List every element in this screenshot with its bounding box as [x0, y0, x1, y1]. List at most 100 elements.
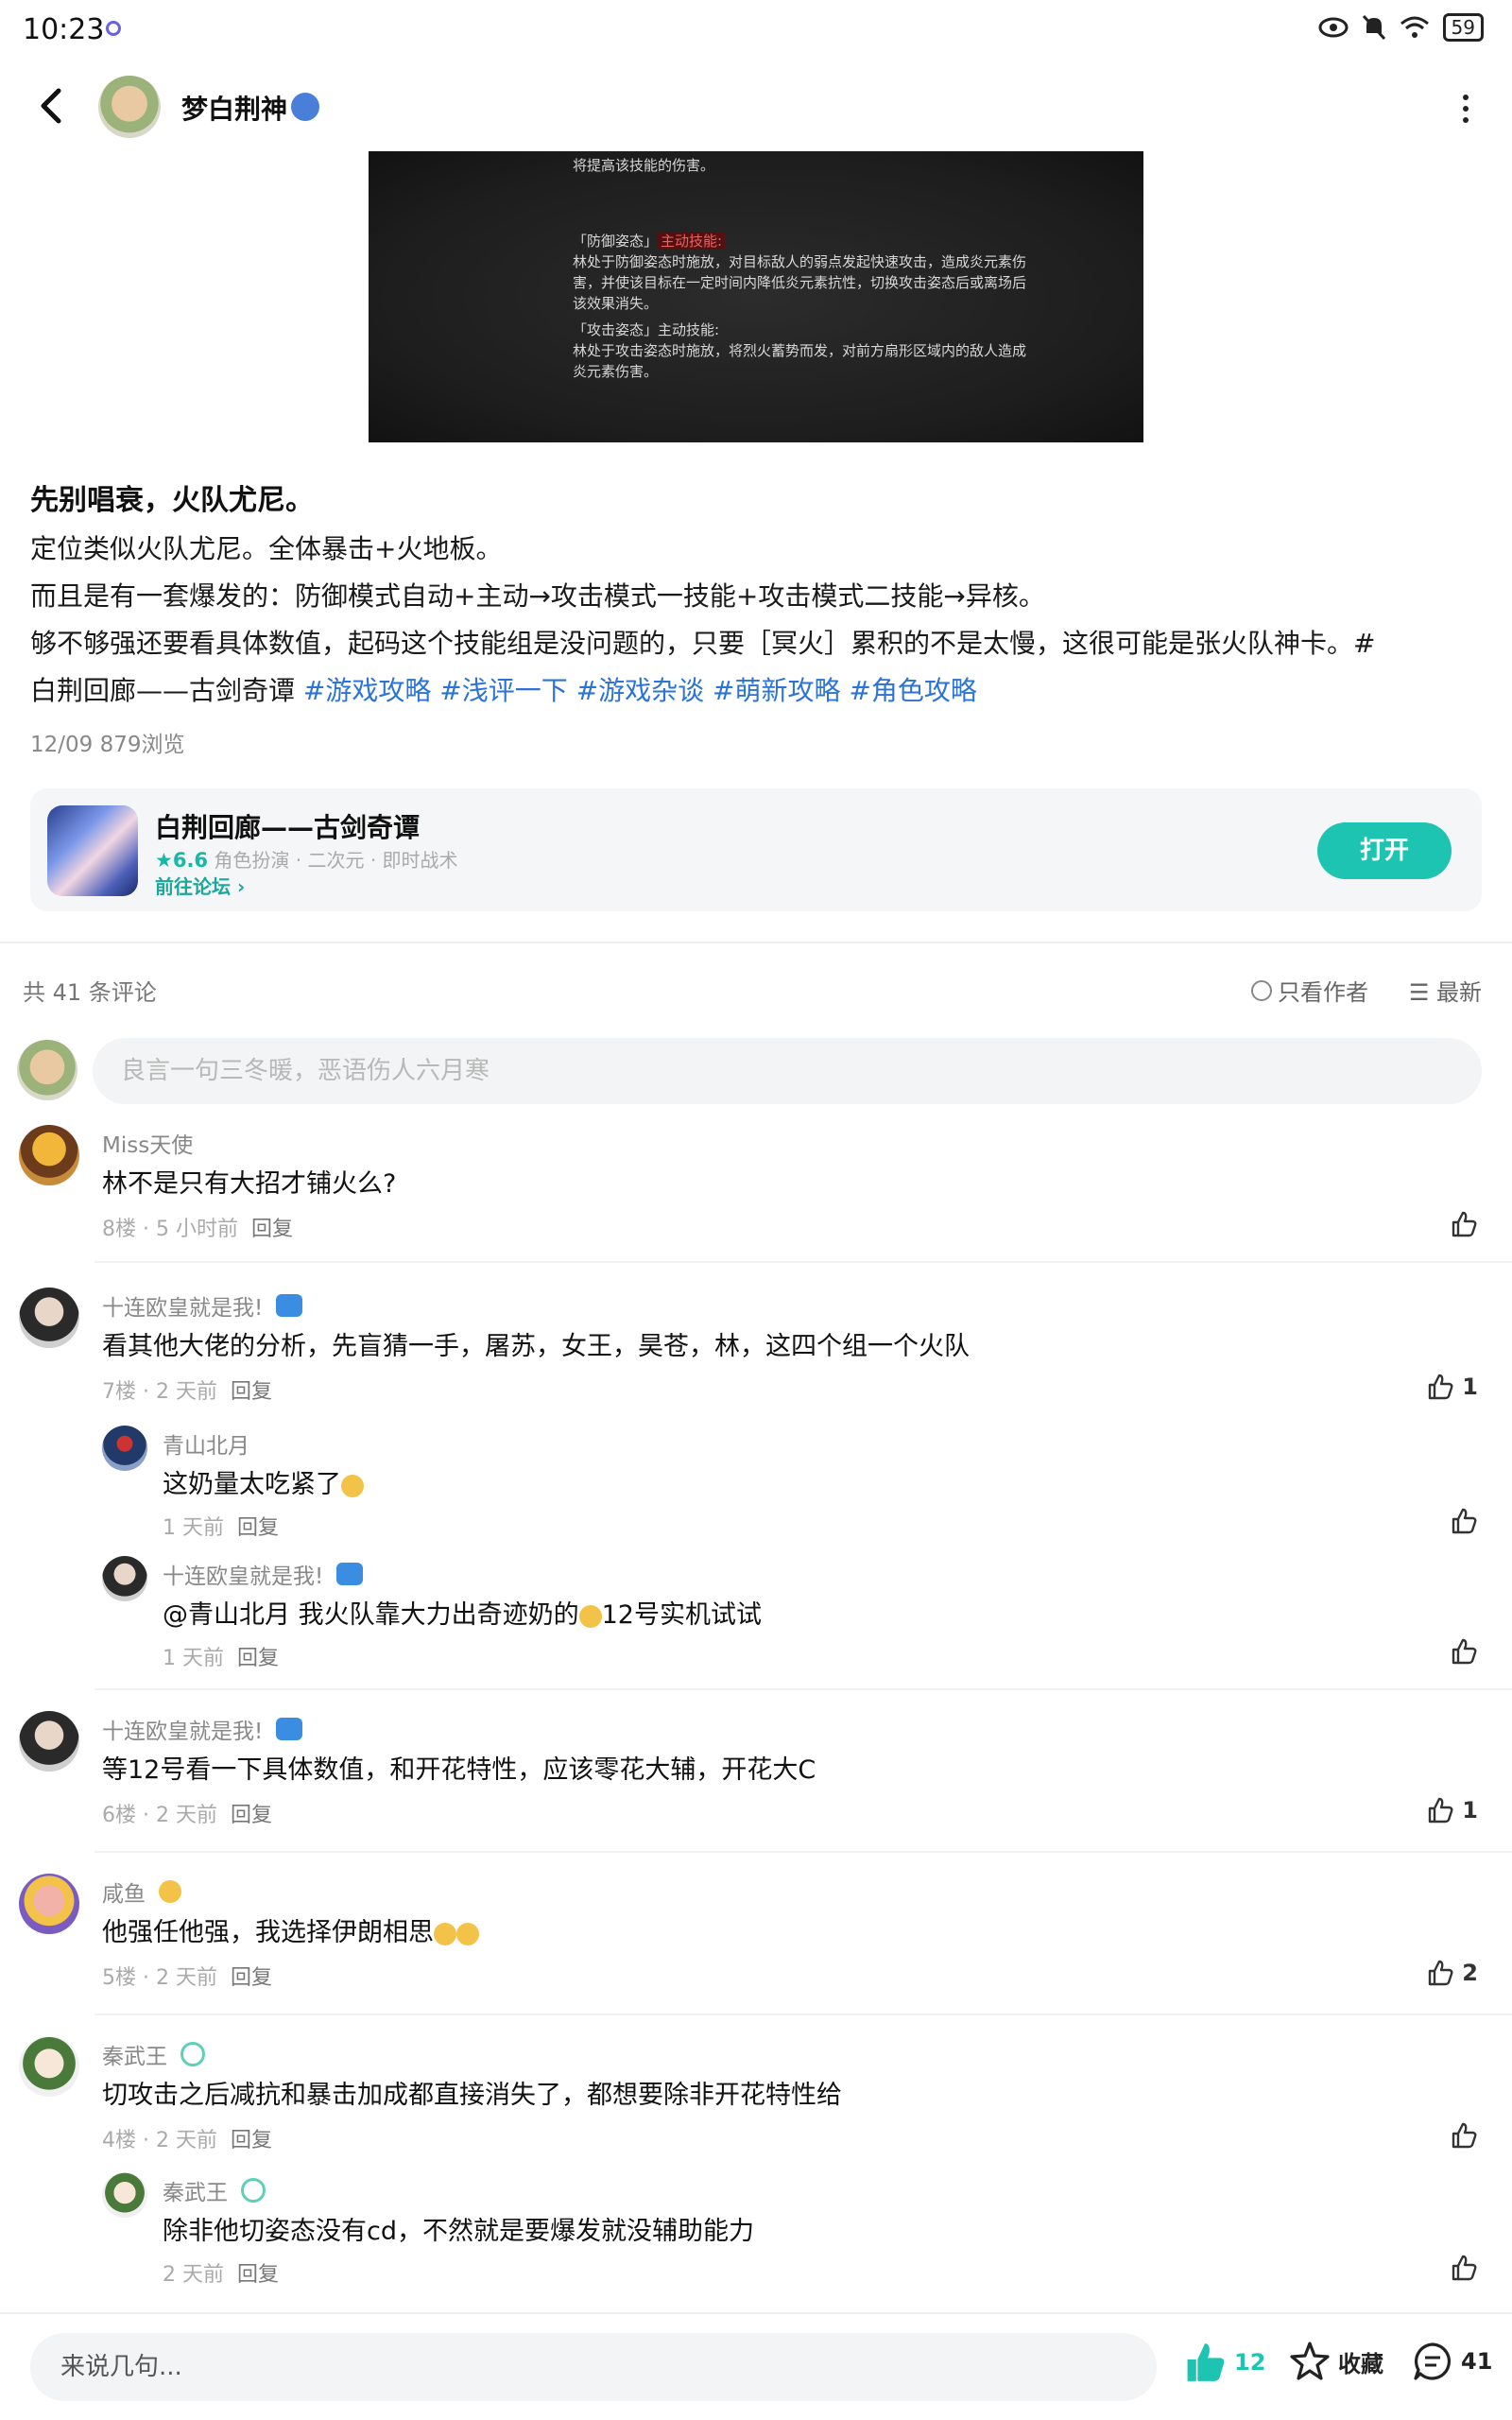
post-paragraph: 定位类似火队尤尼。全体暴击+火地板。: [30, 533, 503, 564]
post-title: 先别唱衰，火队尤尼。: [30, 484, 314, 517]
sort-latest-button[interactable]: ☰ 最新: [1409, 974, 1482, 1007]
commenter-name[interactable]: 咸鱼: [102, 1876, 181, 1908]
battery-icon: 59: [1442, 13, 1484, 42]
reply-button[interactable]: 回复: [237, 1516, 279, 1540]
star-icon: [1290, 2342, 1330, 2380]
post-paragraph: 而且是有一套爆发的：防御模式自动+主动→攻击模式一技能+攻击模式二技能→异核。: [30, 580, 1045, 612]
image-text-line: 林处于防御姿态时施放，对目标敌人的弱点发起快速攻击，造成炎元素伤: [573, 253, 1027, 270]
replier-name[interactable]: 秦武王: [163, 2174, 266, 2206]
replier-avatar[interactable]: [102, 1556, 147, 1601]
divider: [94, 1851, 1512, 1853]
tag-link[interactable]: #游戏杂谈: [576, 675, 704, 706]
radio-icon: [1251, 979, 1272, 1001]
thumbs-up-filled-icon: [1187, 2343, 1225, 2381]
comments-button[interactable]: 41: [1412, 2341, 1492, 2382]
gamepad-badge-icon: [276, 1294, 303, 1317]
open-button[interactable]: 打开: [1317, 822, 1452, 879]
comment-text: 看其他大佬的分析，先盲猜一手，屠苏，女王，昊苍，林，这四个组一个火队: [102, 1332, 970, 1361]
commenter-avatar[interactable]: [19, 1125, 79, 1185]
reply-button[interactable]: 回复: [251, 1218, 293, 1241]
favorite-label: 收藏: [1338, 2350, 1383, 2377]
game-icon: [47, 805, 138, 896]
wifi-icon: [1400, 16, 1429, 38]
back-arrow-icon[interactable]: [32, 83, 70, 129]
only-author-filter[interactable]: 只看作者: [1251, 974, 1368, 1007]
tag-link[interactable]: #游戏攻略: [303, 675, 431, 706]
like-button[interactable]: 1: [1426, 1373, 1478, 1401]
tag-link[interactable]: #浅评一下: [439, 675, 567, 706]
like-button[interactable]: [1450, 1637, 1478, 1666]
comment-meta: 4楼 · 2 天前 回复: [102, 2129, 272, 2152]
commenter-name[interactable]: 十连欧皇就是我!: [102, 1713, 303, 1745]
like-button[interactable]: [1450, 1210, 1478, 1238]
commenter-avatar[interactable]: [19, 1711, 79, 1772]
image-text-line: 害，并使该目标在一定时间内降低炎元素抗性，切换攻击姿态后或离场后: [573, 274, 1027, 291]
post-body: 定位类似火队尤尼。全体暴击+火地板。 而且是有一套爆发的：防御模式自动+主动→攻…: [30, 526, 1486, 715]
thumbs-up-icon: [1452, 1211, 1477, 1237]
reply-meta: 2 天前 回复: [163, 2263, 280, 2287]
replier-avatar[interactable]: [102, 1426, 147, 1471]
more-options-icon[interactable]: [1461, 95, 1470, 123]
commenter-name[interactable]: 秦武王: [102, 2038, 205, 2070]
post-like-count: 12: [1234, 2349, 1266, 2376]
comments-count: 共 41 条评论: [23, 979, 157, 1006]
commenter-name[interactable]: 十连欧皇就是我!: [102, 1289, 303, 1322]
thumbs-up-icon: [1429, 1797, 1453, 1824]
comment-meta: 6楼 · 2 天前 回复: [102, 1804, 272, 1827]
favorite-button[interactable]: 收藏: [1289, 2341, 1383, 2382]
like-button[interactable]: 1: [1426, 1796, 1478, 1824]
like-button[interactable]: 2: [1426, 1959, 1478, 1987]
post-image[interactable]: 将提高该技能的伤害。 「防御姿态」 主动技能: 林处于防御姿态时施放，对目标敌人的…: [369, 151, 1143, 442]
post-paragraph: 够不够强还要看具体数值，起码这个技能组是没问题的，只要［冥火］累积的不是太慢，这…: [30, 628, 1376, 659]
bottom-comment-input[interactable]: 来说几句...: [30, 2333, 1157, 2401]
reply-meta: 1 天前 回复: [163, 1647, 280, 1670]
game-title-text: 白荆回廊——古剑奇谭: [30, 675, 296, 706]
commenter-avatar[interactable]: [19, 1288, 79, 1348]
commenter-avatar[interactable]: [19, 1874, 79, 1934]
like-button[interactable]: [1450, 1507, 1478, 1535]
image-text-line: 将提高该技能的伤害。: [573, 157, 715, 174]
thumbs-up-icon: [1452, 1508, 1477, 1534]
replier-name[interactable]: 青山北月: [163, 1427, 249, 1460]
reply-button[interactable]: 回复: [231, 1380, 272, 1404]
like-button[interactable]: [1450, 2254, 1478, 2282]
emoji-icon: [341, 1474, 364, 1497]
comments-count-badge: 41: [1461, 2348, 1493, 2375]
like-button[interactable]: [1450, 2121, 1478, 2150]
gamepad-badge-icon: [336, 1563, 364, 1585]
bottom-action-bar: 来说几句... 12 收藏 41: [0, 2312, 1512, 2420]
reply-button[interactable]: 回复: [231, 1804, 272, 1827]
replier-avatar[interactable]: [102, 2172, 147, 2218]
commenter-name[interactable]: Miss天使: [102, 1127, 193, 1159]
status-bar: 10:23 59: [0, 0, 1512, 60]
level-badge-icon: [241, 2178, 266, 2203]
comment-text: 切攻击之后减抗和暴击加成都直接消失了，都想要除非开花特性给: [102, 2081, 842, 2110]
verified-badge-icon: [291, 93, 319, 121]
thumbs-up-icon: [1452, 1638, 1477, 1665]
reply-meta: 1 天前 回复: [163, 1516, 280, 1540]
reply-text: @青山北月 我火队靠大力出奇迹奶的 12号实机试试: [163, 1600, 762, 1630]
reply-button[interactable]: 回复: [237, 1647, 279, 1670]
comment-bubble-icon: [1414, 2342, 1452, 2380]
game-card[interactable]: 白荆回廊——古剑奇谭 ★6.6 角色扮演 · 二次元 · 即时战术 前往论坛 ›…: [30, 788, 1482, 911]
emoji-badge-icon: [159, 1880, 181, 1903]
forum-link[interactable]: 前往论坛 ›: [155, 872, 245, 899]
game-genres: 角色扮演 · 二次元 · 即时战术: [214, 849, 458, 872]
comment-input[interactable]: 良言一句三冬暖，恶语伤人六月寒: [93, 1038, 1482, 1104]
reply-button[interactable]: 回复: [237, 2263, 279, 2287]
like-count: 2: [1462, 1960, 1478, 1986]
status-icons: 59: [1318, 13, 1484, 42]
author-name[interactable]: 梦白荆神: [181, 89, 287, 127]
gamepad-badge-icon: [276, 1718, 303, 1740]
post-like-button[interactable]: 12: [1183, 2341, 1265, 2384]
emoji-icon: [434, 1922, 456, 1945]
image-text-line: 林处于攻击姿态时施放，将烈火蓄势而发，对前方扇形区域内的敌人造成: [573, 342, 1027, 359]
replier-name[interactable]: 十连欧皇就是我!: [163, 1558, 364, 1590]
reply-button[interactable]: 回复: [231, 2129, 272, 2152]
reply-button[interactable]: 回复: [231, 1966, 272, 1990]
tag-link[interactable]: #萌新攻略: [713, 675, 840, 706]
tag-link[interactable]: #角色攻略: [849, 675, 976, 706]
app-notification-icon: [106, 21, 121, 36]
author-avatar[interactable]: [98, 76, 161, 138]
commenter-avatar[interactable]: [19, 2036, 79, 2097]
